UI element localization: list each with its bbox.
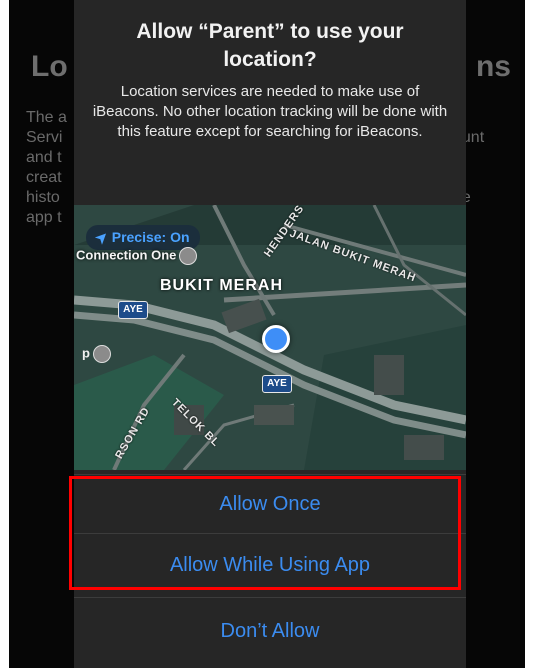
poi-label-text: Connection One bbox=[76, 247, 177, 263]
expressway-shield: AYE bbox=[262, 375, 292, 393]
poi-icon bbox=[92, 345, 111, 363]
app-screen: Lo ns The a Servi and t creat histo app … bbox=[9, 0, 525, 668]
poi-left: p bbox=[82, 345, 111, 363]
poi-icon bbox=[179, 247, 198, 265]
allow-while-using-app-button[interactable]: Allow While Using App bbox=[74, 533, 466, 596]
precise-label: Precise: On bbox=[111, 229, 190, 245]
poi-left-text: p bbox=[82, 345, 90, 361]
location-permission-alert: Allow “Parent” to use your location? Loc… bbox=[74, 0, 466, 668]
location-arrow-icon: ➤ bbox=[91, 227, 112, 247]
dont-allow-button[interactable]: Don’t Allow bbox=[74, 597, 466, 664]
poi-connection-one: Connection One bbox=[76, 247, 198, 265]
background-title-right: ns bbox=[475, 50, 511, 83]
location-map[interactable]: ➤Precise: On Connection One BUKIT MERAH … bbox=[74, 205, 466, 470]
current-location-dot bbox=[262, 325, 290, 353]
map-area-label: BUKIT MERAH bbox=[160, 277, 283, 294]
alert-title: Allow “Parent” to use your location? bbox=[136, 20, 404, 71]
expressway-shield: AYE bbox=[118, 301, 148, 319]
allow-once-button[interactable]: Allow Once bbox=[74, 474, 466, 533]
alert-message: Location services are needed to make use… bbox=[92, 83, 448, 140]
background-title-left: Lo bbox=[31, 50, 68, 83]
